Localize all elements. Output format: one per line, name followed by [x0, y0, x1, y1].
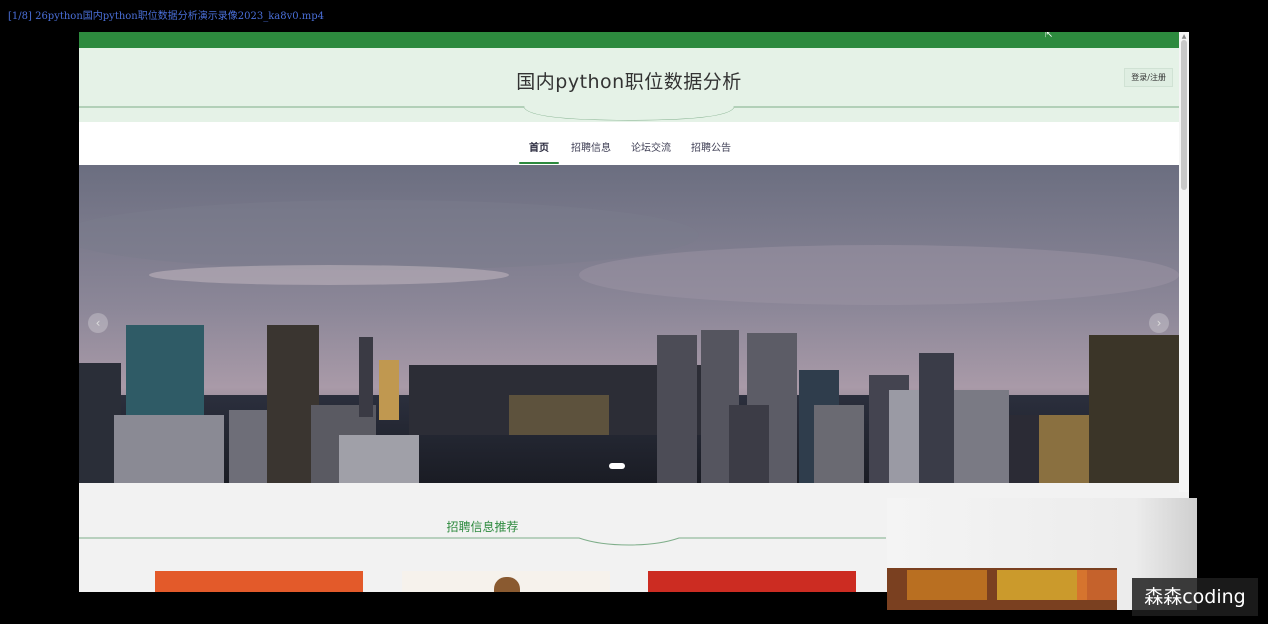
scroll-up-arrow-icon[interactable]: ▲: [1179, 33, 1189, 40]
video-title: [1/8] 26python国内python职位数据分析演示录像2023_ka8…: [8, 11, 325, 22]
job-card-1[interactable]: [155, 571, 363, 592]
scrollbar-thumb[interactable]: [1181, 40, 1187, 190]
carousel-next-button[interactable]: ›: [1149, 313, 1169, 333]
mouse-cursor-icon: ⇱: [1045, 32, 1053, 40]
section-curve-divider: [79, 537, 886, 546]
main-nav: 首页 招聘信息 论坛交流 招聘公告: [79, 122, 1179, 165]
carousel-prev-button[interactable]: ‹: [88, 313, 108, 333]
nav-item-jobs[interactable]: 招聘信息: [571, 139, 611, 154]
card-image: [494, 577, 520, 592]
job-card-3[interactable]: [648, 571, 856, 592]
nav-active-indicator: [519, 162, 559, 164]
carousel-indicator[interactable]: [609, 463, 625, 469]
city-skyline-image: [79, 165, 1179, 483]
nav-item-announcements[interactable]: 招聘公告: [691, 139, 731, 154]
top-bar: [79, 32, 1179, 48]
nav-item-home[interactable]: 首页: [529, 139, 549, 154]
site-title: 国内python职位数据分析: [516, 71, 742, 93]
login-register-button[interactable]: 登录/注册: [1124, 68, 1173, 87]
carousel-banner: ‹ ›: [79, 165, 1179, 483]
nav-item-forum[interactable]: 论坛交流: [631, 139, 671, 154]
page-scrollbar[interactable]: ▲: [1179, 32, 1189, 492]
channel-watermark: 森森coding: [1132, 578, 1258, 616]
job-card-2[interactable]: [402, 571, 610, 592]
